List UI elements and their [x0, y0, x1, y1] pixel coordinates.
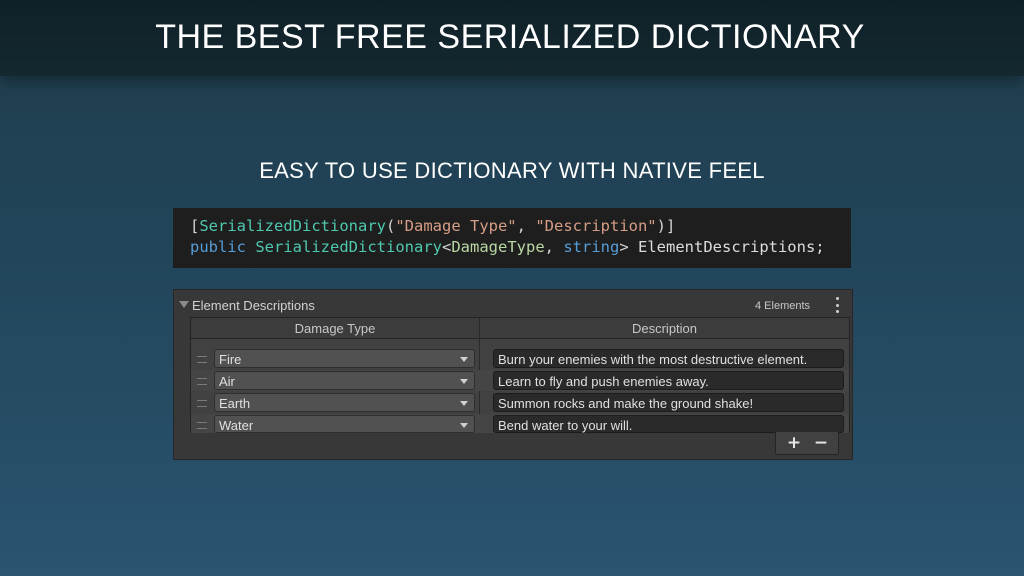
- chevron-down-icon: [460, 379, 468, 384]
- code-token: public: [190, 238, 246, 256]
- inspector-title: Element Descriptions: [192, 298, 315, 313]
- value-field[interactable]: Burn your enemies with the most destruct…: [493, 349, 844, 368]
- code-token: ElementDescriptions;: [628, 238, 825, 256]
- add-element-button[interactable]: +: [782, 433, 806, 453]
- key-dropdown[interactable]: Water: [214, 415, 475, 433]
- title-bar: THE BEST FREE SERIALIZED DICTIONARY: [0, 0, 1024, 76]
- drag-handle-icon[interactable]: [197, 378, 207, 385]
- column-header-key[interactable]: Damage Type: [191, 321, 479, 336]
- code-token: [: [190, 217, 200, 235]
- table-header: Damage Type Description: [191, 318, 849, 339]
- code-token: DamageType: [451, 238, 545, 256]
- code-token: ,: [544, 238, 564, 256]
- key-dropdown[interactable]: Earth: [214, 393, 475, 412]
- add-remove-footer: + −: [775, 432, 839, 455]
- code-token: <: [441, 238, 452, 256]
- code-token: "Damage Type": [395, 217, 517, 235]
- remove-element-button[interactable]: −: [809, 433, 833, 453]
- dictionary-inspector: Element Descriptions 4 Elements Damage T…: [173, 289, 853, 460]
- drag-handle-icon[interactable]: [197, 422, 207, 429]
- code-token: "Description": [535, 217, 657, 235]
- table-row: Water Bend water to your will.: [191, 414, 849, 433]
- field-value: Summon rocks and make the ground shake!: [498, 396, 754, 411]
- triangle-down-icon[interactable]: [179, 301, 189, 308]
- dictionary-table: Damage Type Description Fire Burn your e…: [190, 317, 850, 433]
- code-token: string: [563, 238, 620, 256]
- table-row: Air Learn to fly and push enemies away.: [191, 370, 849, 391]
- dropdown-value: Water: [219, 418, 254, 433]
- column-header-value[interactable]: Description: [480, 321, 849, 336]
- element-count: 4 Elements: [755, 300, 811, 312]
- key-dropdown[interactable]: Fire: [214, 349, 475, 368]
- dropdown-value: Air: [219, 374, 235, 389]
- drag-handle-icon[interactable]: [197, 356, 207, 363]
- value-field[interactable]: Summon rocks and make the ground shake!: [493, 393, 844, 412]
- field-value: Learn to fly and push enemies away.: [498, 374, 709, 389]
- main-title: THE BEST FREE SERIALIZED DICTIONARY: [155, 18, 865, 56]
- code-token: ,: [516, 217, 536, 235]
- code-token: SerializedDictionary: [255, 238, 442, 256]
- kebab-menu-icon[interactable]: [834, 297, 840, 313]
- code-token: >: [619, 238, 629, 256]
- field-value: Bend water to your will.: [498, 418, 633, 433]
- inspector-header[interactable]: Element Descriptions 4 Elements: [174, 290, 852, 318]
- table-row: Fire Burn your enemies with the most des…: [191, 348, 849, 369]
- field-value: Burn your enemies with the most destruct…: [498, 352, 808, 367]
- chevron-down-icon: [460, 357, 468, 362]
- dropdown-value: Earth: [219, 396, 251, 411]
- subtitle: EASY TO USE DICTIONARY WITH NATIVE FEEL: [259, 158, 765, 183]
- chevron-down-icon: [460, 423, 468, 428]
- value-field[interactable]: Learn to fly and push enemies away.: [493, 371, 844, 390]
- drag-handle-icon[interactable]: [197, 400, 207, 407]
- table-row: Earth Summon rocks and make the ground s…: [191, 392, 849, 413]
- code-snippet: [SerializedDictionary("Damage Type", "De…: [173, 208, 851, 268]
- value-field[interactable]: Bend water to your will.: [493, 415, 844, 433]
- code-token: (: [385, 217, 396, 235]
- chevron-down-icon: [460, 401, 468, 406]
- code-token: )]: [656, 217, 676, 235]
- dropdown-value: Fire: [219, 352, 242, 367]
- key-dropdown[interactable]: Air: [214, 371, 475, 390]
- code-token: SerializedDictionary: [199, 217, 386, 235]
